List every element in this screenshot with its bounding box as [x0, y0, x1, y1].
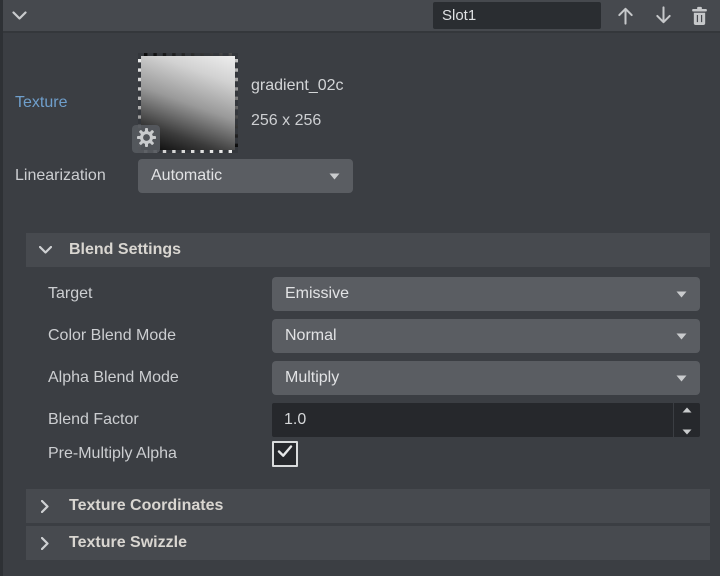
check-icon [277, 445, 293, 463]
color-blend-mode-select[interactable]: Normal [272, 319, 700, 353]
linearization-label: Linearization [0, 167, 138, 185]
gear-icon [137, 128, 156, 150]
blend-factor-field: Blend Factor [48, 403, 700, 437]
alpha-blend-mode-select[interactable]: Multiply [272, 361, 700, 395]
move-up-icon[interactable] [615, 5, 636, 26]
pre-multiply-alpha-label: Pre-Multiply Alpha [48, 445, 272, 463]
target-label: Target [48, 285, 272, 303]
slot-actions [615, 5, 708, 26]
chevron-right-icon [38, 500, 52, 513]
alpha-blend-mode-select-value: Multiply [285, 369, 339, 387]
panel-left-edge [0, 0, 3, 576]
linearization-field: Linearization Automatic [0, 159, 720, 193]
target-field: Target Emissive [48, 277, 700, 311]
blend-settings-body: Target Emissive Color Blend Mode Normal [0, 267, 720, 467]
color-blend-mode-label: Color Blend Mode [48, 327, 272, 345]
section-title: Texture Swizzle [69, 534, 187, 552]
move-down-icon[interactable] [653, 5, 674, 26]
alpha-blend-mode-field: Alpha Blend Mode Multiply [48, 361, 700, 395]
color-blend-mode-field: Color Blend Mode Normal [48, 319, 700, 353]
caret-down-icon [676, 333, 687, 340]
texture-dimensions: 256 x 256 [251, 112, 344, 130]
target-select-value: Emissive [285, 285, 349, 303]
texture-slot-panel: Texture [0, 0, 720, 560]
delete-icon[interactable] [691, 6, 708, 26]
texture-name: gradient_02c [251, 77, 344, 95]
stepper-down-icon[interactable] [682, 422, 692, 440]
texture-settings-button[interactable] [132, 125, 160, 153]
caret-down-icon [676, 375, 687, 382]
caret-down-icon [676, 291, 687, 298]
chevron-right-icon [38, 537, 52, 550]
section-title: Blend Settings [69, 241, 181, 259]
chevron-down-icon [38, 246, 52, 254]
pre-multiply-alpha-field: Pre-Multiply Alpha [48, 441, 700, 467]
linearization-select-value: Automatic [151, 167, 222, 185]
caret-down-icon [329, 173, 340, 180]
target-select[interactable]: Emissive [272, 277, 700, 311]
blend-factor-stepper[interactable] [673, 403, 700, 437]
stepper-up-icon[interactable] [682, 400, 692, 418]
slot-name-input[interactable] [433, 2, 601, 29]
linearization-select[interactable]: Automatic [138, 159, 353, 193]
section-header-texture-swizzle[interactable]: Texture Swizzle [26, 526, 710, 560]
pre-multiply-alpha-checkbox[interactable] [272, 441, 298, 467]
texture-thumbnail[interactable] [138, 53, 238, 153]
texture-field: Texture [0, 53, 720, 153]
slot-header [0, 0, 720, 33]
color-blend-mode-select-value: Normal [285, 327, 337, 345]
section-title: Texture Coordinates [69, 497, 223, 515]
section-header-blend-settings[interactable]: Blend Settings [26, 233, 710, 267]
blend-factor-input[interactable] [272, 403, 673, 437]
blend-factor-label: Blend Factor [48, 411, 272, 429]
panel-collapse-chevron-icon[interactable] [12, 11, 27, 20]
texture-meta: gradient_02c 256 x 256 [251, 77, 344, 130]
section-header-texture-coordinates[interactable]: Texture Coordinates [26, 489, 710, 523]
texture-label: Texture [0, 94, 138, 112]
alpha-blend-mode-label: Alpha Blend Mode [48, 369, 272, 387]
blend-factor-input-wrap [272, 403, 700, 437]
